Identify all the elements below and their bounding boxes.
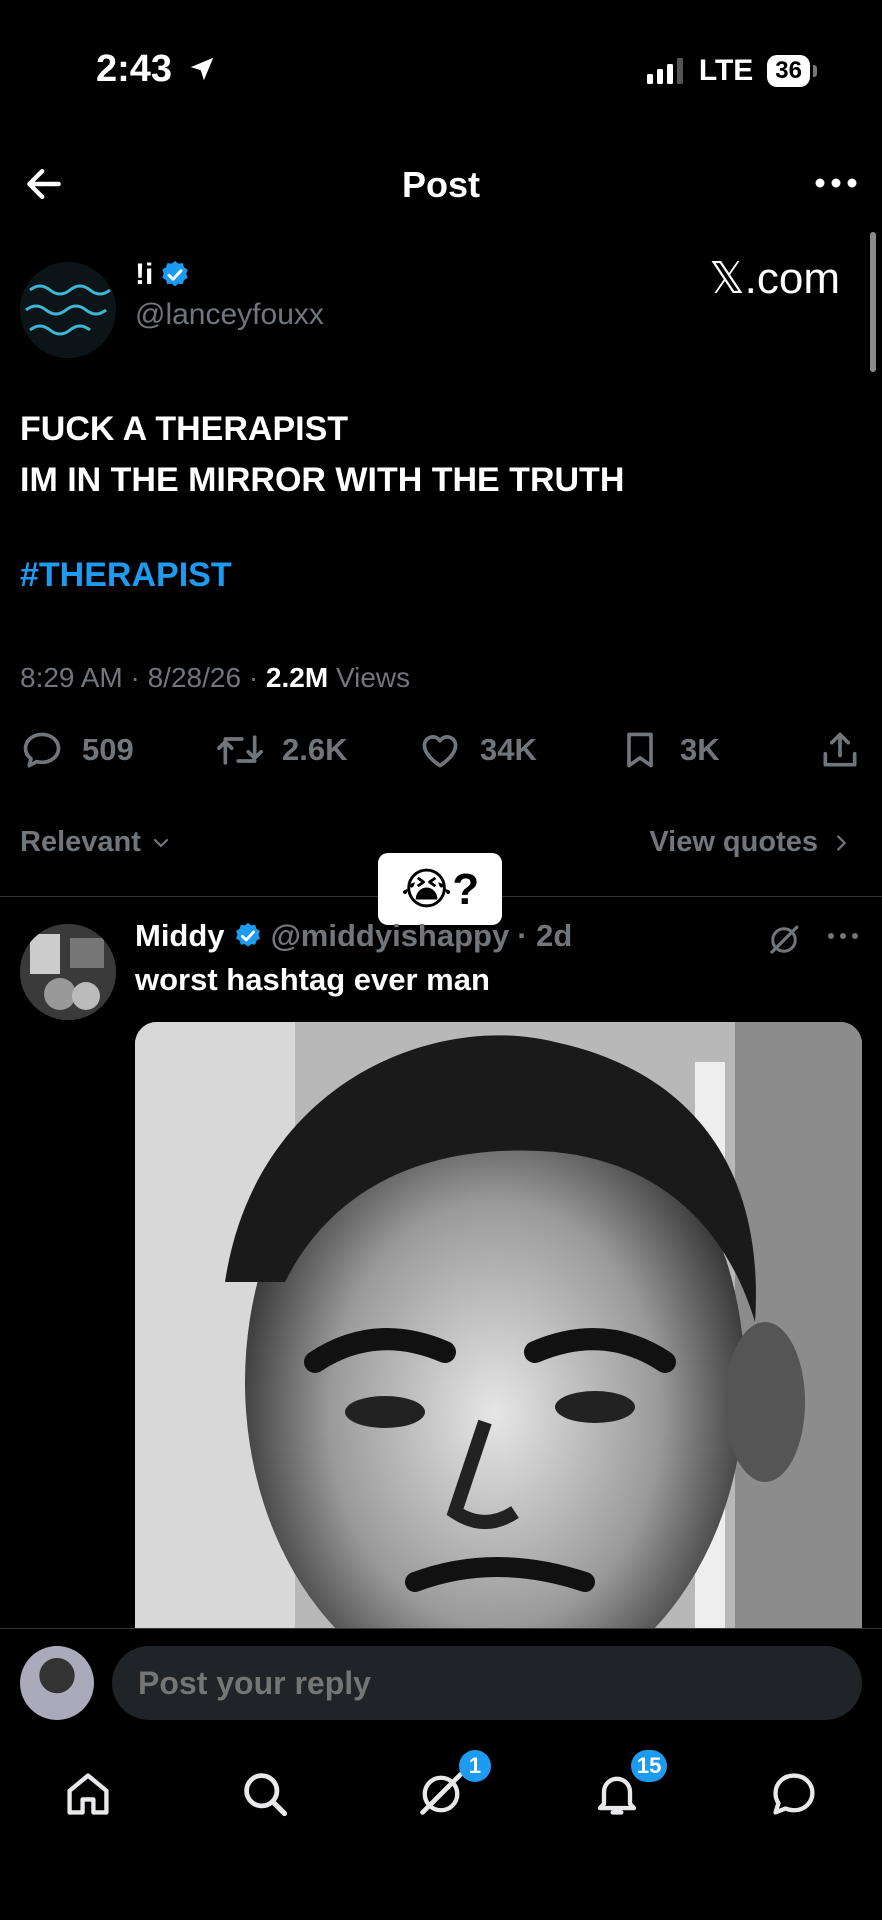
avatar-photo-icon <box>20 924 116 1020</box>
views-label: Views <box>328 662 411 693</box>
repost-count: 2.6K <box>282 732 348 767</box>
more-horizontal-icon <box>828 933 858 939</box>
reply-age: · 2d <box>517 918 573 953</box>
share-action[interactable] <box>818 728 862 772</box>
repost-icon <box>217 735 263 765</box>
heart-icon <box>422 735 458 768</box>
reply-action[interactable]: 509 <box>20 728 134 772</box>
watermark: 𝕏.com <box>709 254 840 303</box>
grok-badge: 1 <box>458 1750 491 1782</box>
home-icon <box>67 1773 109 1815</box>
timestamp: 8:29 AM · 8/28/26 · <box>20 662 266 693</box>
avatar-art-icon <box>20 262 116 358</box>
repost-action[interactable]: 2.6K <box>216 728 347 772</box>
location-arrow-icon <box>190 57 213 81</box>
post-meta: 8:29 AM · 8/28/26 · 2.2M Views <box>20 662 410 694</box>
reply-author-avatar[interactable] <box>20 924 116 1020</box>
sort-dropdown[interactable]: Relevant <box>20 826 173 859</box>
hashtag-link[interactable]: #THERAPIST <box>20 556 232 595</box>
bottom-tab-bar: 1 15 <box>0 1732 882 1852</box>
notifications-badge: 15 <box>630 1750 668 1782</box>
more-horizontal-icon <box>815 178 857 188</box>
sort-label: Relevant <box>20 826 141 858</box>
author-avatar[interactable] <box>20 262 116 358</box>
grok-button[interactable] <box>766 922 802 963</box>
reply-count: 509 <box>82 732 134 767</box>
emoji-sticker: 😭? <box>378 853 502 925</box>
search-icon <box>243 1773 287 1817</box>
chat-bubble-icon <box>773 1773 815 1815</box>
like-count: 34K <box>480 732 537 767</box>
tab-notifications[interactable]: 15 <box>587 1750 668 1824</box>
current-user-avatar[interactable] <box>20 1646 94 1720</box>
verified-badge-icon <box>162 261 188 287</box>
chevron-right-icon <box>837 834 847 851</box>
author-handle[interactable]: @lanceyfouxx <box>135 298 324 332</box>
author-name[interactable]: !i <box>135 258 191 292</box>
status-indicators: LTE 36 <box>646 54 817 88</box>
verified-badge-icon <box>235 922 260 947</box>
reply-input[interactable] <box>112 1646 862 1720</box>
like-action[interactable]: 34K <box>418 728 537 772</box>
bookmark-count: 3K <box>680 732 720 767</box>
tab-grok[interactable]: 1 <box>411 1750 491 1824</box>
bookmark-icon <box>627 732 653 768</box>
bookmark-action[interactable]: 3K <box>618 728 720 772</box>
reply-text: worst hashtag ever man <box>135 962 490 997</box>
tab-search[interactable] <box>235 1764 295 1824</box>
tab-home[interactable] <box>58 1764 118 1824</box>
tab-messages[interactable] <box>764 1764 824 1824</box>
views-count: 2.2M <box>265 662 329 693</box>
reply-more-button[interactable] <box>826 924 860 953</box>
grok-icon <box>420 1772 463 1815</box>
battery-indicator: 36 <box>767 55 817 87</box>
reply-author-name[interactable]: Middy <box>135 918 225 954</box>
view-quotes-label: View quotes <box>649 826 818 858</box>
comment-icon <box>23 732 61 768</box>
reply-header: Middy @middyishappy · 2d <box>135 918 572 954</box>
grok-icon <box>770 925 799 954</box>
portrait-image-icon <box>135 1022 862 1628</box>
chevron-down-icon <box>153 838 168 848</box>
scrollbar[interactable] <box>870 232 876 372</box>
reply-author-handle[interactable]: @middyishappy <box>271 918 510 954</box>
network-label: LTE <box>698 54 754 87</box>
view-quotes-link[interactable]: View quotes <box>649 826 852 859</box>
reply-media-image[interactable] <box>135 1022 862 1628</box>
page-title: Post <box>401 164 480 205</box>
post-text: FUCK A THERAPIST IM IN THE MIRROR WITH T… <box>20 410 625 499</box>
share-icon <box>823 732 857 767</box>
signal-icon <box>646 58 683 84</box>
status-time: 2:43 <box>96 48 217 91</box>
more-options-button[interactable] <box>812 168 860 203</box>
